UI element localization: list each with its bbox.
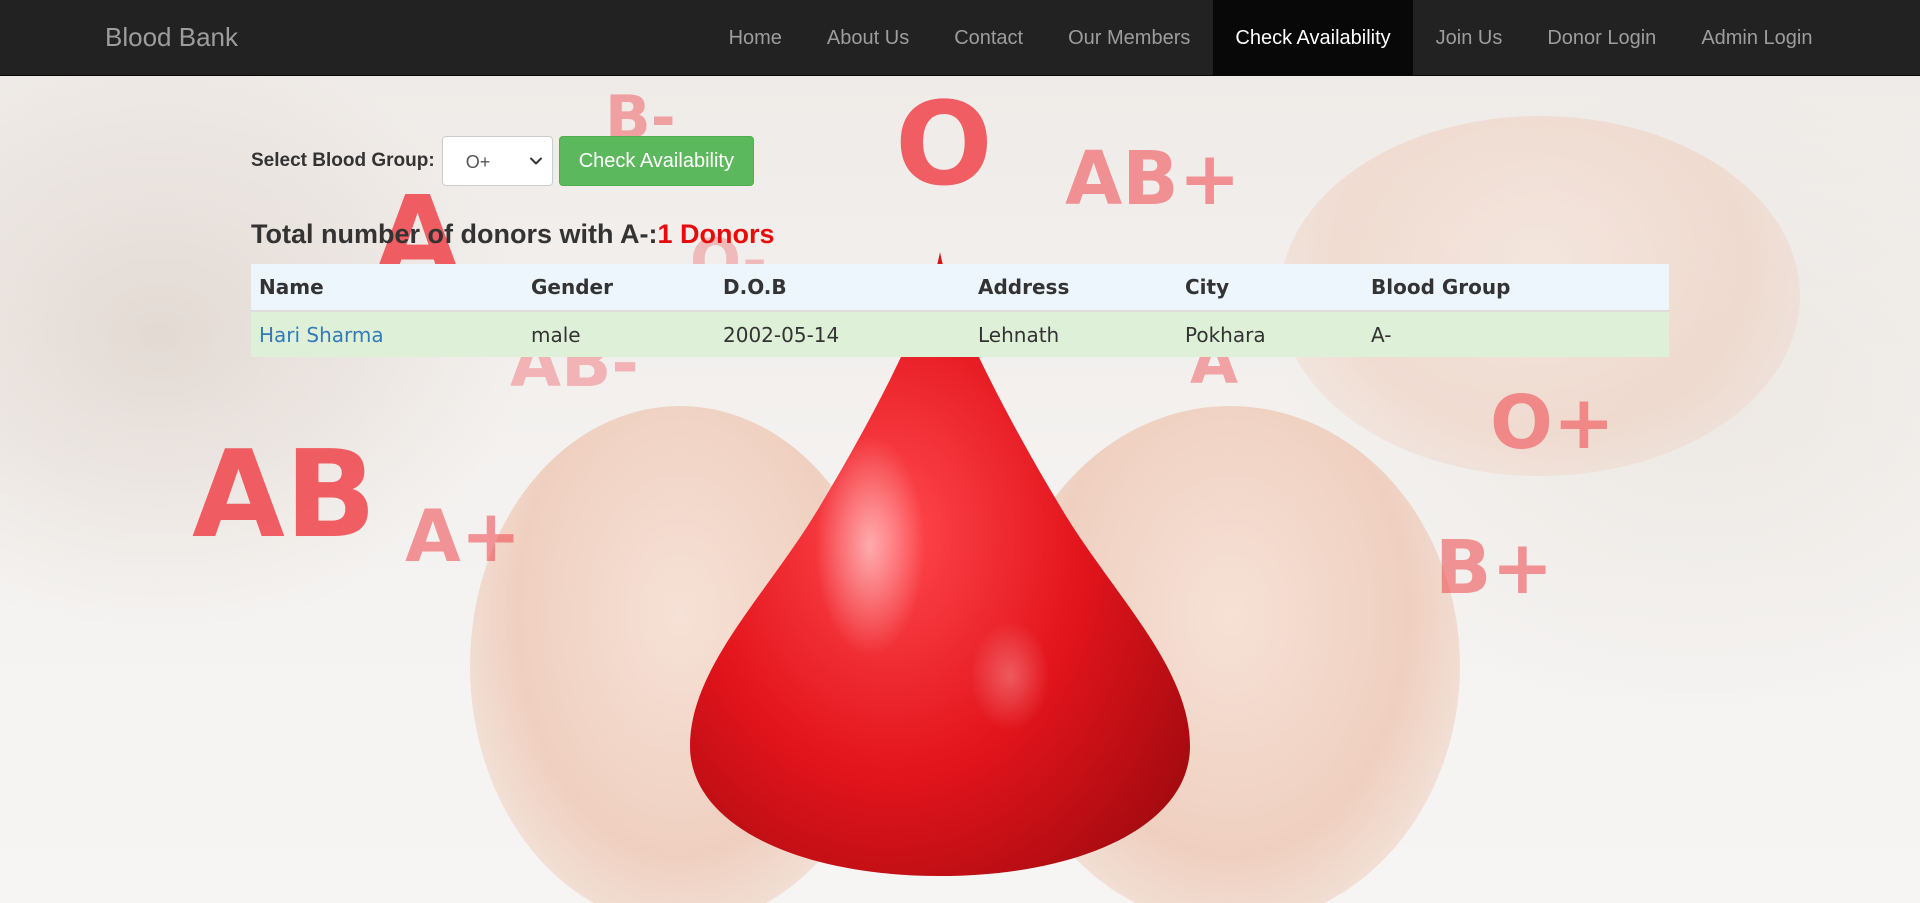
availability-panel: Select Blood Group: O+ Check Availabilit… (251, 136, 1669, 357)
nav-item-our-members: Our Members (1046, 0, 1213, 76)
nav-link-contact[interactable]: Contact (932, 0, 1046, 76)
nav-link-our-members[interactable]: Our Members (1046, 0, 1213, 76)
nav-item-join-us: Join Us (1413, 0, 1525, 76)
header-address: Address (970, 264, 1177, 312)
donor-count-value: 1 Donors (657, 219, 775, 249)
blood-group-select[interactable]: O+ (441, 136, 553, 186)
cell-dob: 2002-05-14 (715, 311, 970, 357)
table-header-row: Name Gender D.O.B Address City Blood Gro… (251, 264, 1669, 312)
nav-link-check-availability[interactable]: Check Availability (1212, 0, 1414, 76)
cell-name: Hari Sharma (251, 311, 523, 357)
blood-group-selected-value: O+ (465, 152, 491, 172)
check-availability-button[interactable]: Check Availability (558, 136, 754, 186)
cell-city: Pokhara (1177, 311, 1363, 357)
donors-table: Name Gender D.O.B Address City Blood Gro… (251, 264, 1669, 357)
nav-link-join-us[interactable]: Join Us (1413, 0, 1525, 76)
nav-link-admin-login[interactable]: Admin Login (1679, 0, 1835, 76)
header-city: City (1177, 264, 1363, 312)
nav-link-donor-login[interactable]: Donor Login (1525, 0, 1679, 76)
header-name: Name (251, 264, 523, 312)
nav-item-home: Home (706, 0, 804, 76)
cell-gender: male (523, 311, 715, 357)
blood-group-search-form: Select Blood Group: O+ Check Availabilit… (251, 136, 1669, 186)
nav-item-check-availability: Check Availability (1212, 0, 1414, 76)
bg-label-ab: AB (192, 426, 377, 565)
chevron-down-icon (529, 157, 542, 165)
bg-label-b-plus: B+ (1435, 525, 1554, 611)
brand-link[interactable]: Blood Bank (105, 22, 238, 53)
donor-count-prefix: Total number of donors with A-: (251, 219, 658, 249)
cell-blood-group: A- (1363, 311, 1669, 357)
bg-label-o-plus: O+ (1490, 380, 1615, 466)
header-blood-group: Blood Group (1363, 264, 1669, 312)
donors-table-body: Hari Sharma male 2002-05-14 Lehnath Pokh… (251, 311, 1669, 357)
donor-count-heading: Total number of donors with A-:1 Donors (251, 219, 1669, 257)
nav-item-contact: Contact (932, 0, 1046, 76)
navbar: Blood Bank Home About Us Contact Our Mem… (0, 0, 1920, 76)
donor-name-link[interactable]: Hari Sharma (259, 323, 384, 347)
table-row: Hari Sharma male 2002-05-14 Lehnath Pokh… (251, 311, 1669, 357)
nav-item-admin-login: Admin Login (1679, 0, 1835, 76)
nav-item-donor-login: Donor Login (1525, 0, 1679, 76)
blood-group-label: Select Blood Group: (251, 150, 435, 171)
donors-table-head: Name Gender D.O.B Address City Blood Gro… (251, 264, 1669, 312)
cell-address: Lehnath (970, 311, 1177, 357)
nav-link-home[interactable]: Home (706, 0, 804, 76)
nav-item-about-us: About Us (804, 0, 931, 76)
header-dob: D.O.B (715, 264, 970, 312)
bg-label-a-plus: A+ (405, 494, 522, 578)
nav-link-about-us[interactable]: About Us (804, 0, 931, 76)
nav-menu: Home About Us Contact Our Members Check … (706, 0, 1835, 76)
header-gender: Gender (523, 264, 715, 312)
